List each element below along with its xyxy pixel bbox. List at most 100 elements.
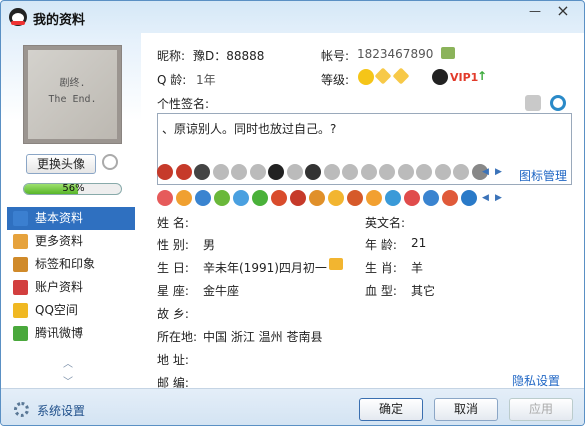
- app-icon[interactable]: [252, 190, 268, 206]
- badge-icon[interactable]: [305, 164, 321, 180]
- sidebar-item-5[interactable]: 腾讯微博: [7, 322, 135, 345]
- badge-icon[interactable]: [360, 164, 377, 180]
- badge-icon[interactable]: [157, 164, 173, 180]
- app-icon[interactable]: [290, 190, 306, 206]
- app-icon[interactable]: [328, 190, 344, 206]
- badge-icon[interactable]: [175, 164, 192, 180]
- location-label: 所在地:: [157, 330, 198, 344]
- badge-icon[interactable]: [379, 164, 395, 180]
- app-icon[interactable]: [442, 190, 458, 206]
- scroll-up-icon[interactable]: ︿: [63, 355, 73, 370]
- qq-penguin-icon: [9, 8, 27, 26]
- app-icon[interactable]: [385, 190, 401, 206]
- avatar-text-line1: 剧终.: [59, 78, 86, 89]
- account-value: 1823467890: [357, 47, 434, 61]
- app-icon[interactable]: [347, 190, 363, 206]
- cancel-button[interactable]: 取消: [434, 398, 498, 421]
- left-panel: 剧终. The End. 更换头像 56% 基本资料更多资料标签和印象账户资料 Q…: [1, 33, 141, 393]
- app-icon[interactable]: [271, 190, 287, 206]
- sidebar-item-label: 基本资料: [35, 211, 84, 225]
- hometown-label: 故 乡:: [157, 307, 189, 321]
- footer-bar: 系统设置 确定 取消 应用: [1, 389, 584, 425]
- icons-next-arrow-icon[interactable]: ▶: [495, 167, 502, 177]
- signature-star-icon[interactable]: [525, 95, 541, 111]
- apps-next-arrow-icon[interactable]: ▶: [495, 193, 502, 203]
- gear-icon[interactable]: [14, 402, 29, 417]
- profile-completion-bar: 56%: [23, 183, 122, 195]
- sidebar-item-2[interactable]: 标签和印象: [7, 253, 135, 276]
- badge-icon[interactable]: [342, 164, 358, 180]
- blood-type-value: 其它: [411, 284, 436, 298]
- sidebar-item-4[interactable]: QQ空间: [7, 299, 135, 322]
- account-label: 帐号:: [321, 49, 350, 63]
- app-icon[interactable]: [366, 190, 382, 206]
- account-icon: [13, 280, 28, 295]
- app-icon[interactable]: [195, 190, 211, 206]
- location-value: 中国 浙江 温州 苍南县: [203, 330, 323, 344]
- sun-level-icon: [358, 69, 374, 85]
- badge-icon[interactable]: [434, 164, 451, 180]
- camera-icon[interactable]: [102, 154, 118, 170]
- icons-prev-arrow-icon[interactable]: ◀: [482, 167, 489, 177]
- zodiac-value: 羊: [411, 261, 424, 275]
- sidebar-item-label: 更多资料: [35, 234, 84, 248]
- system-settings-link[interactable]: 系统设置: [37, 402, 85, 419]
- app-icon[interactable]: [461, 190, 477, 206]
- badge-icon[interactable]: [286, 164, 303, 180]
- main-panel: 昵称: 豫D：88888 帐号: 1823467890 Q 龄: 1年 等级: …: [141, 33, 584, 390]
- apps-prev-arrow-icon[interactable]: ◀: [482, 193, 489, 203]
- star-icon: [13, 303, 28, 318]
- address-label: 地 址:: [157, 353, 189, 367]
- gender-label: 性 别:: [157, 238, 189, 252]
- qq-age-label: Q 龄:: [157, 73, 187, 87]
- id-card-icon: [13, 211, 28, 226]
- app-icon[interactable]: [404, 190, 420, 206]
- app-icon[interactable]: [423, 190, 439, 206]
- badge-icon[interactable]: [194, 164, 210, 180]
- sidebar-item-label: 标签和印象: [35, 257, 96, 271]
- sidebar-item-1[interactable]: 更多资料: [7, 230, 135, 253]
- avatar[interactable]: 剧终. The End.: [23, 45, 122, 144]
- sidebar-nav: 基本资料更多资料标签和印象账户资料 QQ空间 腾讯微博: [7, 207, 135, 345]
- window-title: 我的资料: [33, 13, 86, 28]
- profile-window: 我的资料 — × 剧终. The End. 更换头像 56% 基本资料更多资料标…: [0, 0, 585, 426]
- vip-label[interactable]: VIP1: [450, 71, 478, 84]
- star-level-icon: [374, 67, 392, 85]
- progress-label: 56%: [62, 183, 85, 194]
- ok-button[interactable]: 确定: [359, 398, 423, 421]
- minimize-button[interactable]: —: [523, 2, 547, 22]
- privacy-settings-link[interactable]: 隐私设置: [512, 372, 560, 389]
- change-avatar-button[interactable]: 更换头像: [26, 154, 96, 174]
- nickname-value: 豫D：88888: [193, 49, 265, 63]
- badge-icon[interactable]: [268, 164, 284, 180]
- icon-manage-link[interactable]: 图标管理: [519, 167, 567, 184]
- crown-icon: [329, 258, 343, 270]
- app-icon[interactable]: [157, 190, 173, 206]
- birthday-label: 生 日:: [157, 261, 189, 275]
- zodiac-label: 生 肖:: [365, 261, 397, 275]
- constellation-value: 金牛座: [203, 284, 240, 298]
- badge-icon[interactable]: [416, 164, 432, 180]
- badge-icon[interactable]: [323, 164, 340, 180]
- badge-icon[interactable]: [397, 164, 414, 180]
- avatar-text-line2: The End.: [48, 94, 97, 105]
- name-label: 姓 名:: [157, 216, 189, 230]
- badge-icon[interactable]: [249, 164, 266, 180]
- signature-refresh-icon[interactable]: [550, 95, 566, 111]
- app-icon[interactable]: [176, 190, 192, 206]
- close-button[interactable]: ×: [551, 2, 575, 22]
- sidebar-item-0[interactable]: 基本资料: [7, 207, 135, 230]
- account-copy-icon[interactable]: [441, 47, 455, 59]
- apply-button[interactable]: 应用: [509, 398, 573, 421]
- badge-icon[interactable]: [453, 164, 469, 180]
- age-value: 21: [411, 236, 427, 250]
- app-icon[interactable]: [233, 190, 249, 206]
- app-icon[interactable]: [309, 190, 325, 206]
- scroll-down-icon[interactable]: ﹀: [63, 373, 73, 388]
- badge-icon[interactable]: [231, 164, 247, 180]
- vip-penguin-icon: [432, 69, 448, 85]
- app-icon[interactable]: [214, 190, 230, 206]
- level-up-arrow-icon: ↑: [477, 69, 488, 83]
- sidebar-item-3[interactable]: 账户资料: [7, 276, 135, 299]
- badge-icon[interactable]: [212, 164, 229, 180]
